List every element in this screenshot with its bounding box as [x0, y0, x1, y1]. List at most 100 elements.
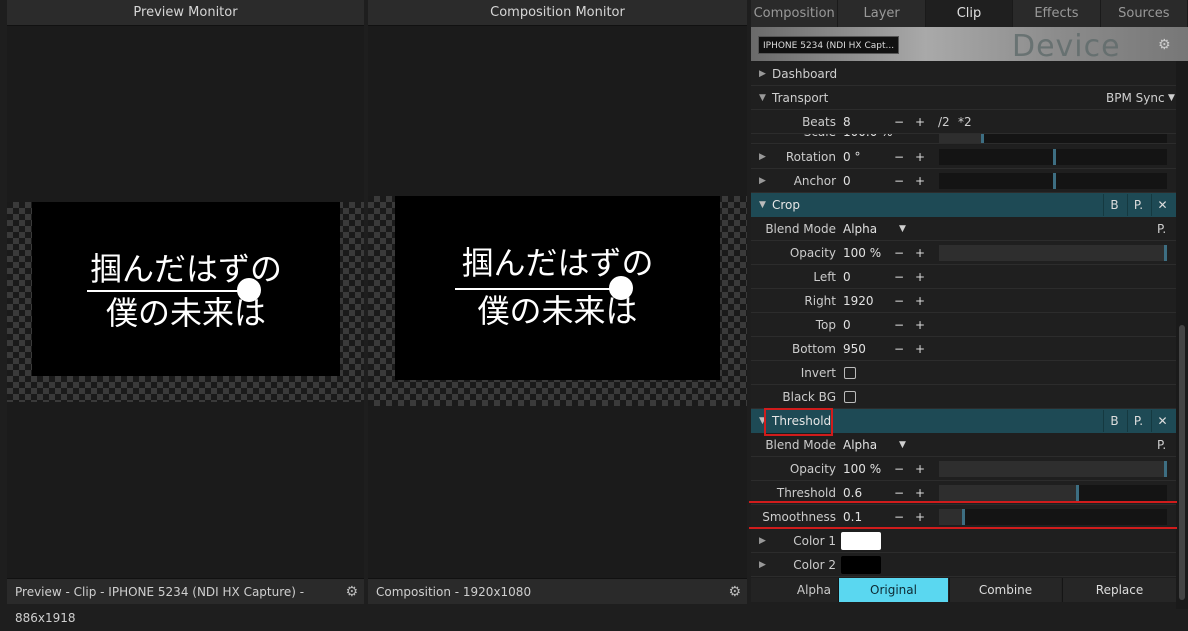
- scale-label: Scale: [804, 134, 836, 143]
- crop-section-header[interactable]: ▼ Crop B P. ✕: [751, 193, 1176, 217]
- crop-right-plus-button[interactable]: +: [915, 289, 925, 313]
- preview-gear-icon[interactable]: ⚙: [345, 579, 358, 605]
- crop-left-label: Left: [813, 270, 836, 284]
- smoothness-minus-button[interactable]: −: [894, 505, 904, 529]
- expand-triangle-icon[interactable]: ▶: [759, 529, 766, 553]
- tab-effects[interactable]: Effects: [1013, 0, 1101, 27]
- composition-monitor-viewport[interactable]: 掴んだはずの 僕の未来は: [368, 26, 747, 578]
- crop-bottom-label: Bottom: [791, 342, 836, 356]
- alpha-label: Alpha: [796, 583, 831, 597]
- transport-mode-dropdown[interactable]: BPM Sync: [1106, 86, 1165, 110]
- crop-title: Crop: [772, 198, 801, 212]
- rotation-minus-button[interactable]: −: [894, 145, 904, 169]
- crop-left-row: Left 0 − +: [751, 265, 1176, 289]
- anchor-row: ▶ Anchor 0 − +: [751, 169, 1176, 193]
- crop-left-value[interactable]: 0: [843, 265, 851, 289]
- expand-triangle-icon[interactable]: ▶: [759, 169, 766, 193]
- threshold-opacity-slider[interactable]: [939, 461, 1167, 477]
- anchor-minus-button[interactable]: −: [894, 169, 904, 193]
- rotation-plus-button[interactable]: +: [915, 145, 925, 169]
- dropdown-arrow-icon[interactable]: ▼: [899, 217, 906, 241]
- panel-scrollbar-thumb[interactable]: [1179, 325, 1185, 600]
- rotation-label: Rotation: [785, 150, 836, 164]
- anchor-slider[interactable]: [939, 173, 1167, 189]
- crop-opacity-plus-button[interactable]: +: [915, 241, 925, 265]
- threshold-blend-dropdown[interactable]: Alpha: [843, 433, 877, 457]
- crop-right-row: Right 1920 − +: [751, 289, 1176, 313]
- crop-left-minus-button[interactable]: −: [894, 265, 904, 289]
- composition-monitor-footer: Composition - 1920x1080 ⚙: [368, 578, 747, 604]
- composition-gear-icon[interactable]: ⚙: [728, 579, 741, 605]
- anchor-value[interactable]: 0: [843, 169, 851, 193]
- rotation-value[interactable]: 0 °: [843, 145, 860, 169]
- dashboard-row[interactable]: ▶ Dashboard: [751, 62, 1176, 86]
- preview-monitor-viewport[interactable]: 掴んだはずの 僕の未来は: [7, 26, 364, 578]
- crop-opacity-slider[interactable]: [939, 245, 1167, 261]
- crop-right-minus-button[interactable]: −: [894, 289, 904, 313]
- expand-triangle-icon[interactable]: ▶: [759, 62, 766, 86]
- composition-underline: [455, 288, 625, 290]
- scale-row: Scale 100.0 %: [751, 134, 1176, 144]
- crop-bypass-button[interactable]: B: [1103, 194, 1125, 216]
- smoothness-slider[interactable]: [939, 509, 1167, 525]
- crop-blackbg-checkbox[interactable]: [844, 391, 856, 403]
- composition-footer-text: Composition - 1920x1080: [376, 585, 532, 599]
- beats-value[interactable]: 8: [843, 110, 851, 134]
- threshold-opacity-minus-button[interactable]: −: [894, 457, 904, 481]
- threshold-opacity-row: Opacity 100 % − +: [751, 457, 1176, 481]
- transport-row[interactable]: ▼ Transport BPM Sync ▼: [751, 86, 1176, 110]
- dropdown-arrow-icon[interactable]: ▼: [1168, 86, 1175, 110]
- crop-remove-button[interactable]: ✕: [1151, 194, 1173, 216]
- crop-blend-preset-button[interactable]: P.: [1157, 217, 1166, 241]
- crop-invert-checkbox[interactable]: [844, 367, 856, 379]
- expand-triangle-icon[interactable]: ▶: [759, 145, 766, 169]
- crop-left-plus-button[interactable]: +: [915, 265, 925, 289]
- scale-value[interactable]: 100.0 %: [843, 134, 893, 143]
- beats-minus-button[interactable]: −: [894, 110, 904, 134]
- beats-plus-button[interactable]: +: [915, 110, 925, 134]
- smoothness-value[interactable]: 0.1: [843, 505, 862, 529]
- crop-top-row: Top 0 − +: [751, 313, 1176, 337]
- threshold-bypass-button[interactable]: B: [1103, 410, 1125, 432]
- clip-settings-gear-icon[interactable]: ⚙: [1158, 37, 1171, 53]
- scale-slider[interactable]: [939, 134, 1167, 143]
- beats-multiply-button[interactable]: *2: [958, 110, 972, 134]
- anchor-plus-button[interactable]: +: [915, 169, 925, 193]
- smoothness-plus-button[interactable]: +: [915, 505, 925, 529]
- alpha-option-replace[interactable]: Replace: [1062, 578, 1176, 602]
- threshold-slider[interactable]: [939, 485, 1167, 501]
- crop-bottom-minus-button[interactable]: −: [894, 337, 904, 361]
- crop-bottom-value[interactable]: 950: [843, 337, 866, 361]
- tab-layer[interactable]: Layer: [838, 0, 926, 27]
- collapse-triangle-icon[interactable]: ▼: [759, 193, 766, 217]
- rotation-slider[interactable]: [939, 149, 1167, 165]
- tab-composition[interactable]: Composition: [751, 0, 839, 27]
- tab-sources[interactable]: Sources: [1100, 0, 1188, 27]
- crop-top-plus-button[interactable]: +: [915, 313, 925, 337]
- expand-triangle-icon[interactable]: ▶: [759, 553, 766, 577]
- crop-top-value[interactable]: 0: [843, 313, 851, 337]
- beats-divide-button[interactable]: /2: [938, 110, 950, 134]
- composition-lyric-line-1: 掴んだはずの: [461, 244, 654, 282]
- crop-right-value[interactable]: 1920: [843, 289, 874, 313]
- threshold-opacity-plus-button[interactable]: +: [915, 457, 925, 481]
- dropdown-arrow-icon[interactable]: ▼: [899, 433, 906, 457]
- color2-swatch[interactable]: [841, 556, 881, 574]
- crop-bottom-plus-button[interactable]: +: [915, 337, 925, 361]
- threshold-preset-button[interactable]: P.: [1127, 410, 1149, 432]
- crop-opacity-value[interactable]: 100 %: [843, 241, 881, 265]
- alpha-option-original[interactable]: Original: [838, 578, 948, 602]
- alpha-option-combine[interactable]: Combine: [949, 578, 1061, 602]
- preview-monitor-header: Preview Monitor: [7, 0, 364, 26]
- crop-top-minus-button[interactable]: −: [894, 313, 904, 337]
- crop-opacity-minus-button[interactable]: −: [894, 241, 904, 265]
- preview-monitor-footer: Preview - Clip - IPHONE 5234 (NDI HX Cap…: [7, 578, 364, 625]
- tab-clip[interactable]: Clip: [925, 0, 1014, 27]
- threshold-opacity-value[interactable]: 100 %: [843, 457, 881, 481]
- crop-preset-button[interactable]: P.: [1127, 194, 1149, 216]
- color1-swatch[interactable]: [841, 532, 881, 550]
- threshold-remove-button[interactable]: ✕: [1151, 410, 1173, 432]
- crop-blend-dropdown[interactable]: Alpha: [843, 217, 877, 241]
- threshold-blend-preset-button[interactable]: P.: [1157, 433, 1166, 457]
- collapse-triangle-icon[interactable]: ▼: [759, 86, 766, 110]
